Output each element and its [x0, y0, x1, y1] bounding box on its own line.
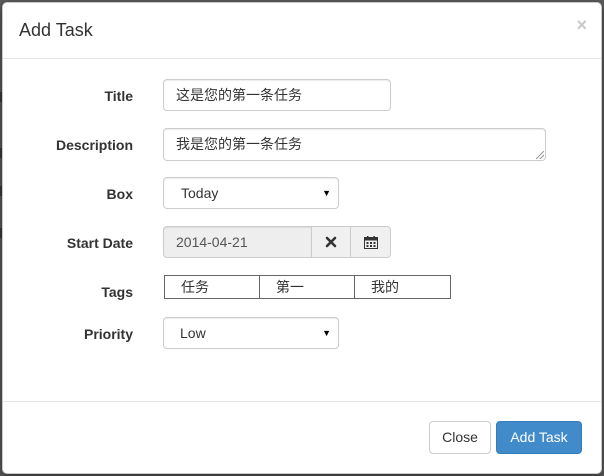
tags-label: Tags: [101, 284, 133, 300]
tag-item[interactable]: 第一: [259, 275, 355, 299]
clear-date-button[interactable]: [312, 226, 351, 258]
footer-divider: [3, 401, 601, 402]
add-task-button[interactable]: Add Task: [496, 421, 582, 454]
close-button[interactable]: Close: [429, 421, 491, 454]
box-label: Box: [106, 186, 133, 202]
resize-grip-icon[interactable]: [536, 151, 544, 159]
caret-down-icon: ▼: [322, 188, 331, 198]
add-task-modal: Add Task × Title 这是您的第一条任务 Description 我…: [2, 2, 602, 474]
start-date-label: Start Date: [66, 235, 133, 251]
modal-title: Add Task: [19, 20, 93, 40]
calendar-icon: [363, 235, 378, 249]
times-icon: [325, 236, 337, 248]
title-input[interactable]: 这是您的第一条任务: [163, 79, 391, 111]
description-label: Description: [55, 137, 133, 153]
close-icon[interactable]: ×: [576, 15, 587, 36]
description-value: 我是您的第一条任务: [176, 136, 302, 152]
title-label: Title: [104, 88, 133, 104]
tag-item[interactable]: 任务: [164, 275, 260, 299]
modal-header: Add Task ×: [3, 3, 601, 59]
box-select-value: Today: [181, 185, 219, 201]
open-calendar-button[interactable]: [351, 226, 391, 258]
start-date-input[interactable]: 2014-04-21: [163, 226, 312, 258]
priority-label: Priority: [83, 326, 133, 342]
priority-select-value: Low: [180, 325, 206, 341]
caret-down-icon: ▼: [322, 328, 331, 338]
description-textarea[interactable]: 我是您的第一条任务: [163, 128, 546, 161]
priority-select[interactable]: Low ▼: [163, 317, 339, 349]
box-select[interactable]: Today ▼: [163, 177, 339, 209]
tag-item[interactable]: 我的: [354, 275, 451, 299]
